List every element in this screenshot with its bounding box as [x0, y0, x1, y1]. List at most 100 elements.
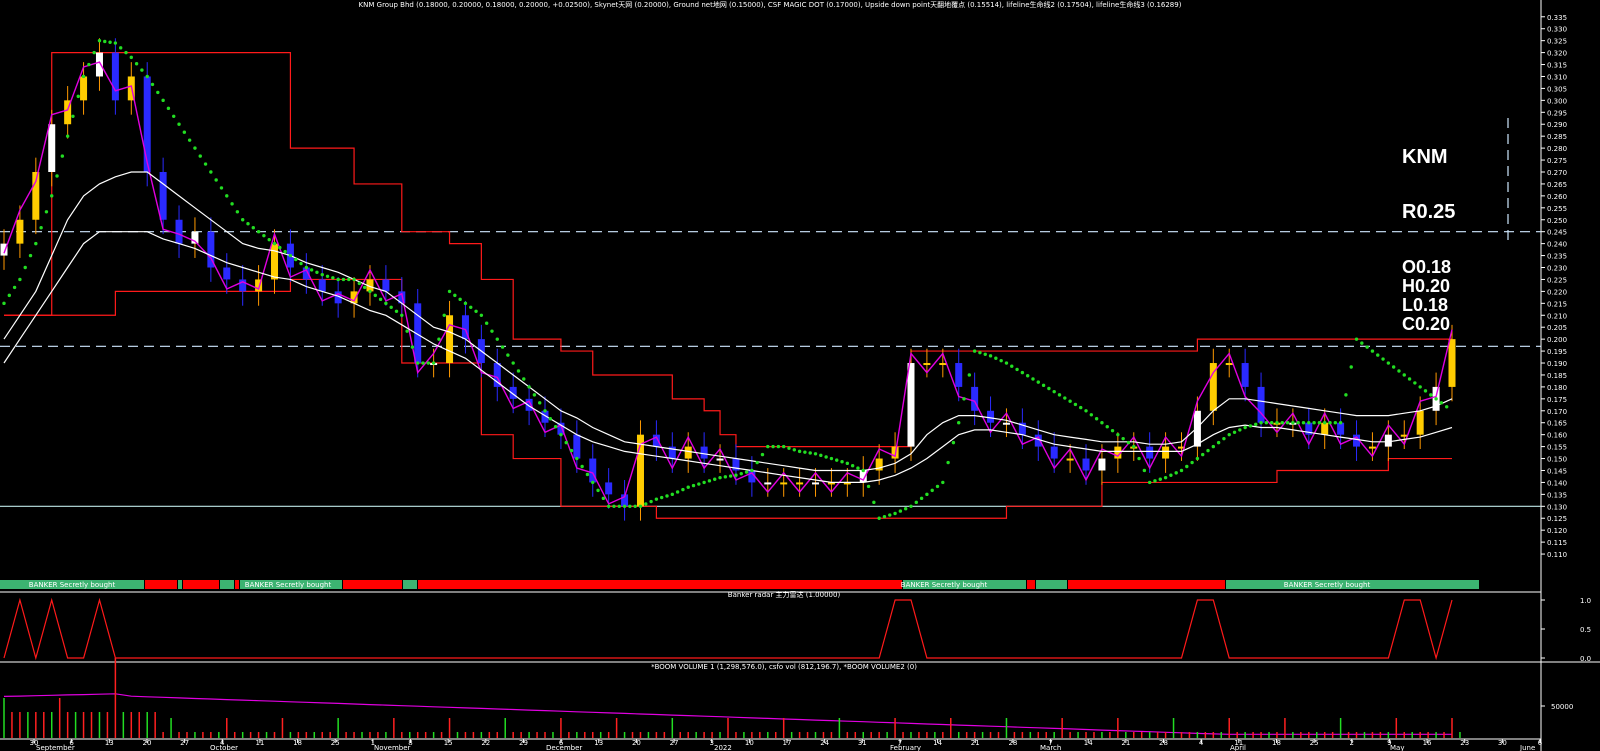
- magic-dot: [177, 122, 181, 126]
- magic-dot: [575, 456, 579, 461]
- magic-dot: [1285, 421, 1290, 425]
- magic-dot: [405, 329, 409, 333]
- candle-body: [318, 279, 326, 292]
- candle-body: [1066, 458, 1074, 461]
- magic-dot: [1137, 456, 1141, 461]
- magic-dot: [957, 421, 961, 425]
- magic-dot: [203, 162, 208, 166]
- magic-dot: [294, 257, 298, 262]
- magic-dot: [39, 226, 43, 230]
- x-day-label: 20: [142, 739, 151, 747]
- y-tick-label: 0.255: [1547, 205, 1567, 213]
- magic-dot: [55, 174, 59, 178]
- magic-dot: [421, 361, 425, 365]
- volume-tick-label: 50000: [1551, 703, 1573, 711]
- x-day-label: 17: [783, 739, 792, 747]
- magic-dot: [490, 329, 494, 333]
- x-month-label: 2022: [714, 744, 732, 751]
- magic-dot: [516, 369, 521, 373]
- magic-dot: [585, 472, 590, 477]
- magic-dot: [341, 277, 346, 282]
- magic-dot: [1195, 456, 1200, 461]
- magic-dot: [606, 504, 611, 509]
- resistance-label: R0.25: [1402, 201, 1456, 223]
- magic-dot: [1216, 440, 1221, 445]
- magic-dot: [246, 222, 250, 226]
- candle-body: [1002, 422, 1010, 425]
- magic-dot: [187, 138, 192, 142]
- magic-dot: [1444, 405, 1449, 409]
- x-day-label: 25: [1310, 739, 1319, 747]
- magic-dot: [124, 50, 128, 55]
- magic-dot: [225, 194, 229, 198]
- y-tick-label: 0.285: [1547, 133, 1567, 141]
- magic-dot: [161, 98, 165, 103]
- y-tick-label: 0.125: [1547, 515, 1567, 523]
- candle-body: [111, 52, 119, 101]
- magic-dot: [744, 470, 749, 474]
- y-tick-label: 0.330: [1547, 26, 1567, 34]
- magic-dot: [564, 440, 568, 445]
- magic-dot: [1089, 413, 1094, 417]
- magic-dot: [1147, 480, 1152, 485]
- magic-dot: [283, 249, 287, 254]
- y-tick-label: 0.115: [1547, 539, 1567, 547]
- y-tick-label: 0.305: [1547, 85, 1567, 93]
- magic-dot: [771, 444, 775, 449]
- magic-dot: [172, 114, 176, 118]
- x-day-label: 28: [1008, 739, 1017, 747]
- magic-dot: [219, 186, 224, 190]
- magic-dot: [1153, 479, 1157, 483]
- magic-dot: [50, 194, 54, 198]
- magic-dot: [309, 268, 314, 272]
- y-tick-label: 0.270: [1547, 169, 1567, 177]
- magic-dot: [797, 449, 802, 454]
- magic-dot: [1397, 369, 1401, 373]
- magic-dot: [580, 464, 584, 469]
- magic-dot: [437, 337, 441, 341]
- magic-dot: [813, 452, 818, 456]
- y-tick-label: 0.195: [1547, 348, 1567, 356]
- candle-body: [1337, 422, 1345, 435]
- magic-dot: [44, 210, 49, 214]
- y-tick-label: 0.175: [1547, 396, 1567, 404]
- magic-dot: [654, 497, 659, 501]
- y-tick-label: 0.225: [1547, 276, 1567, 284]
- candle-body: [271, 243, 279, 280]
- candle-body: [1321, 422, 1329, 435]
- radar-tick-label: 1.0: [1580, 597, 1591, 605]
- y-tick-label: 0.140: [1547, 479, 1567, 487]
- magic-dot: [410, 345, 415, 349]
- x-day-label: 21: [971, 739, 980, 747]
- banker-segment: [403, 580, 417, 589]
- magic-dot: [60, 154, 65, 158]
- magic-dot: [87, 62, 91, 67]
- x-day-label: 4: [1199, 739, 1204, 747]
- candle-body: [605, 482, 613, 495]
- magic-dot: [675, 490, 680, 494]
- magic-dot: [882, 514, 887, 519]
- x-day-label: 24: [820, 739, 829, 747]
- banker-segment: [183, 580, 219, 589]
- magic-dot: [978, 350, 982, 355]
- magic-dot: [1418, 385, 1422, 389]
- low-label: L0.18: [1402, 295, 1449, 315]
- magic-dot: [893, 511, 897, 516]
- magic-dot: [315, 270, 319, 274]
- magic-dot: [1132, 444, 1136, 449]
- magic-dot: [416, 361, 420, 365]
- candle-body: [143, 76, 151, 172]
- magic-dot: [1243, 425, 1247, 430]
- magic-dot: [702, 480, 706, 485]
- magic-dot: [331, 276, 335, 280]
- x-day-label: 13: [594, 739, 603, 747]
- magic-dot: [1094, 417, 1099, 421]
- candle-body: [573, 434, 581, 459]
- magic-dot: [118, 46, 123, 50]
- magic-dot: [1073, 402, 1078, 407]
- y-tick-label: 0.120: [1547, 527, 1567, 535]
- chart-canvas: 0.335 0.330 0.325 0.320 0.315 0.310 0.305 0.300…: [0, 0, 1600, 751]
- magic-dot: [1100, 421, 1104, 425]
- magic-dot: [288, 253, 293, 258]
- magic-dot: [988, 354, 993, 358]
